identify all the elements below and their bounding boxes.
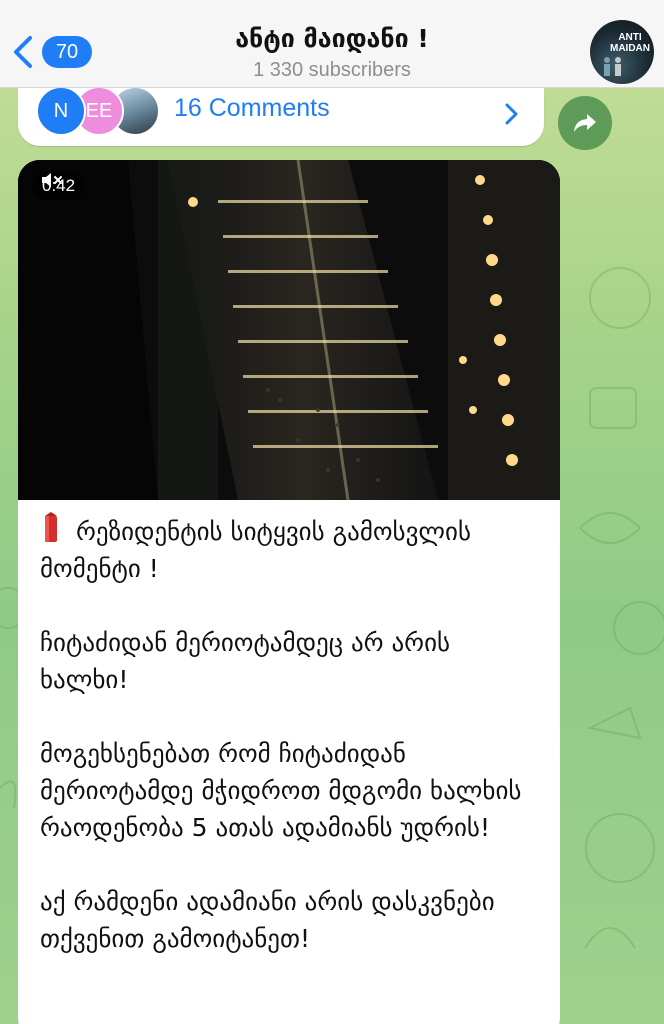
red-alert-flag-icon: [45, 512, 57, 542]
chevron-right-icon: [505, 103, 518, 125]
subscriber-count: 1 330 subscribers: [253, 59, 411, 81]
comments-button[interactable]: N EE 16 Comments: [18, 86, 544, 146]
avatar-logo-text: ANTI MAIDAN: [610, 32, 650, 54]
muted-speaker-icon[interactable]: [40, 172, 64, 188]
video-duration-badge: 0:42: [32, 172, 86, 200]
commenter-avatar: N: [36, 86, 86, 136]
channel-title-block[interactable]: ანტი მაიდანი ! 1 330 subscribers: [0, 24, 664, 82]
chat-header: 70 ანტი მაიდანი ! 1 330 subscribers ANTI…: [0, 0, 664, 88]
post-paragraph: რეზიდენტის სიტყვის გამოსვლის მომენტი !: [40, 512, 544, 587]
channel-post: 0:42 რეზიდენტის სიტყვის გამოსვლის მომენტ…: [18, 160, 560, 1024]
video-player[interactable]: 0:42: [18, 160, 560, 500]
post-paragraph: მოგეხსენებათ რომ ჩიტაძიდან მერიოტამდე მჭ…: [40, 739, 522, 842]
crowd-silhouette-icon: [604, 57, 621, 76]
channel-avatar[interactable]: ANTI MAIDAN: [590, 20, 654, 84]
channel-title: ანტი მაიდანი !: [235, 24, 429, 53]
post-paragraph: აქ რამდენი ადამიანი არის დასკვნები თქვენ…: [40, 887, 495, 953]
share-button[interactable]: [558, 96, 612, 150]
video-thumbnail: [18, 160, 560, 500]
share-arrow-icon: [574, 114, 596, 132]
post-paragraph: ჩიტაძიდან მერიოტამდეც არ არის ხალხი!: [40, 628, 451, 694]
comments-count-label: 16 Comments: [174, 94, 330, 122]
post-text: რეზიდენტის სიტყვის გამოსვლის მომენტი ! ჩ…: [18, 500, 560, 957]
